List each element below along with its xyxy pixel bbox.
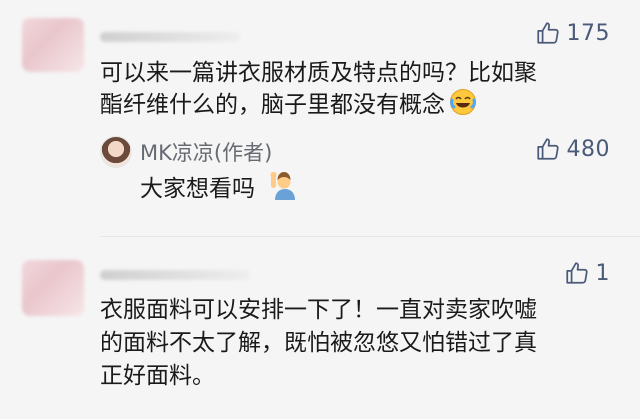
thumbs-up-icon [536,138,559,160]
like-count: 1 [595,260,610,286]
comment-text-line: 可以来一篇讲衣服材质及特点的吗？比如聚 [100,60,537,86]
username[interactable] [100,32,240,42]
comment-text-line: 的面料不太了解，既怕被忽悠又怕错过了真 [100,330,537,356]
reply-author[interactable]: MK凉凉(作者) [140,137,272,167]
reply-like-button[interactable]: 480 [535,136,611,162]
reply-text-span: 大家想看吗 [140,176,255,202]
like-button[interactable]: 1 [564,260,611,286]
like-button[interactable]: 175 [535,20,611,46]
comment-text-line: 酯纤维什么的，脑子里都没有概念 [100,88,620,124]
username[interactable] [100,270,250,280]
avatar[interactable] [22,18,84,72]
comment-item: 175 可以来一篇讲衣服材质及特点的吗？比如聚 酯纤维什么的，脑子里都没有概念 … [0,0,640,250]
comment-text-line: 正好面料。 [100,363,215,389]
like-count: 175 [566,20,610,46]
reply-avatar[interactable] [100,136,132,168]
person-raising-hand-icon [269,170,297,208]
crying-laughing-emoji-icon [449,88,477,124]
thumbs-up-icon [565,262,588,284]
comment-item: 1 衣服面料可以安排一下了！一直对卖家吹嘘 的面料不太了解，既怕被忽悠又怕错过了… [0,250,640,419]
comment-text-line: 衣服面料可以安排一下了！一直对卖家吹嘘 [100,297,537,323]
divider [100,236,640,237]
reply-like-count: 480 [566,136,610,162]
avatar[interactable] [22,260,84,316]
reply-text: 大家想看吗 [140,170,297,208]
comment-text-span: 酯纤维什么的，脑子里都没有概念 [100,92,445,118]
comment-text: 可以来一篇讲衣服材质及特点的吗？比如聚 酯纤维什么的，脑子里都没有概念 [100,58,620,124]
comment-text: 衣服面料可以安排一下了！一直对卖家吹嘘 的面料不太了解，既怕被忽悠又怕错过了真 … [100,294,620,393]
thumbs-up-icon [536,22,559,44]
